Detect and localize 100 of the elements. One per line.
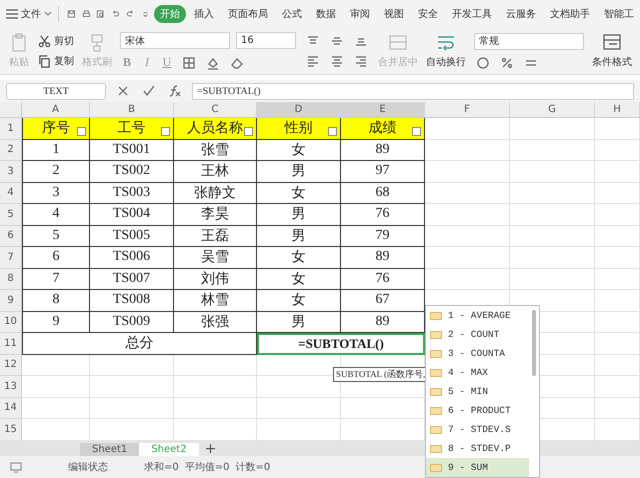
empty-cell[interactable] <box>425 268 510 290</box>
empty-cell[interactable] <box>595 376 640 398</box>
empty-cell[interactable] <box>174 376 257 398</box>
empty-cell[interactable] <box>425 226 510 247</box>
copy-button[interactable]: 复制 <box>38 54 74 68</box>
empty-cell[interactable] <box>174 354 257 376</box>
sheet-tab[interactable]: Sheet1 <box>80 443 140 456</box>
menu-tab[interactable]: 插入 <box>188 5 220 23</box>
empty-cell[interactable] <box>90 376 174 398</box>
empty-cell[interactable] <box>595 118 640 140</box>
menu-tab[interactable]: 视图 <box>378 5 410 23</box>
add-sheet-button[interactable]: + <box>198 442 222 456</box>
filter-button[interactable] <box>77 126 86 136</box>
empty-cell[interactable] <box>425 161 510 182</box>
column-header[interactable]: H <box>595 102 640 118</box>
empty-cell[interactable] <box>595 333 640 354</box>
empty-cell[interactable] <box>595 398 640 419</box>
empty-cell[interactable] <box>510 182 595 204</box>
row-header[interactable]: 4 <box>0 182 22 204</box>
row-header[interactable]: 7 <box>0 247 22 268</box>
empty-cell[interactable] <box>595 354 640 376</box>
filter-button[interactable] <box>161 126 170 136</box>
empty-cell[interactable] <box>510 161 595 182</box>
border-icon[interactable] <box>182 56 196 70</box>
number-format-select[interactable]: 常规 <box>474 32 584 50</box>
menu-tab[interactable]: 云服务 <box>500 5 542 23</box>
row-header[interactable]: 12 <box>0 354 22 376</box>
column-header[interactable]: E <box>341 102 425 118</box>
conditional-format-button[interactable]: 条件格式 <box>592 33 632 69</box>
menu-tab[interactable]: 开发工具 <box>446 5 498 23</box>
empty-cell[interactable] <box>90 398 174 419</box>
empty-cell[interactable] <box>510 118 595 140</box>
row-header[interactable]: 14 <box>0 398 22 419</box>
menu-tab[interactable]: 数据 <box>310 5 342 23</box>
autocomplete-item[interactable]: 2 - COUNT <box>426 325 529 344</box>
formula-input[interactable]: =SUBTOTAL() <box>192 82 634 100</box>
empty-cell[interactable] <box>425 247 510 268</box>
empty-cell[interactable] <box>595 290 640 312</box>
empty-cell[interactable] <box>595 182 640 204</box>
empty-cell[interactable] <box>595 268 640 290</box>
row-header[interactable]: 15 <box>0 419 22 440</box>
empty-cell[interactable] <box>595 312 640 333</box>
empty-cell[interactable] <box>510 226 595 247</box>
align-left-icon[interactable] <box>306 54 320 68</box>
scrollbar-thumb[interactable] <box>532 310 536 376</box>
empty-cell[interactable] <box>595 226 640 247</box>
filter-button[interactable] <box>244 126 253 136</box>
empty-cell[interactable] <box>510 247 595 268</box>
column-header[interactable]: G <box>510 102 595 118</box>
row-header[interactable]: 2 <box>0 140 22 161</box>
empty-cell[interactable] <box>90 354 174 376</box>
select-all-corner[interactable] <box>0 102 22 118</box>
empty-cell[interactable] <box>510 204 595 226</box>
row-header[interactable]: 11 <box>0 333 22 354</box>
menu-tab[interactable]: 智能工 <box>598 5 640 23</box>
autocomplete-item[interactable]: 3 - COUNTA <box>426 344 529 363</box>
menu-tab[interactable]: 文档助手 <box>544 5 596 23</box>
row-header[interactable]: 6 <box>0 226 22 247</box>
column-header[interactable]: D <box>257 102 341 118</box>
menu-tab[interactable]: 公式 <box>276 5 308 23</box>
row-header[interactable]: 5 <box>0 204 22 226</box>
column-header[interactable]: C <box>174 102 257 118</box>
column-header[interactable]: F <box>425 102 510 118</box>
empty-cell[interactable] <box>425 204 510 226</box>
column-header[interactable]: A <box>22 102 90 118</box>
row-header[interactable]: 8 <box>0 268 22 290</box>
font-size-select[interactable]: 16 <box>236 32 296 49</box>
percent-icon[interactable] <box>500 56 514 70</box>
name-box[interactable]: TEXT <box>6 82 106 100</box>
menu-tab[interactable]: 页面布局 <box>222 5 274 23</box>
wrap-text-button[interactable]: 自动换行 <box>426 33 466 69</box>
filter-button[interactable] <box>328 126 337 136</box>
empty-cell[interactable] <box>257 398 341 419</box>
empty-cell[interactable] <box>510 268 595 290</box>
empty-cell[interactable] <box>595 247 640 268</box>
autocomplete-item[interactable]: 8 - STDEV.P <box>426 439 529 458</box>
fill-color-icon[interactable] <box>206 56 220 70</box>
formula-cell[interactable]: =SUBTOTAL() <box>257 333 425 354</box>
menu-tab[interactable]: 安全 <box>412 5 444 23</box>
autocomplete-item[interactable]: 4 - MAX <box>426 363 529 382</box>
autocomplete-item[interactable]: 6 - PRODUCT <box>426 401 529 420</box>
row-header[interactable]: 13 <box>0 376 22 398</box>
row-header[interactable]: 3 <box>0 161 22 182</box>
empty-cell[interactable] <box>595 204 640 226</box>
column-header[interactable]: B <box>90 102 174 118</box>
row-header[interactable]: 9 <box>0 290 22 312</box>
row-header[interactable]: 10 <box>0 312 22 333</box>
filter-button[interactable] <box>412 126 421 136</box>
cancel-icon[interactable] <box>116 84 130 98</box>
empty-cell[interactable] <box>425 140 510 161</box>
autocomplete-item[interactable]: 1 - AVERAGE <box>426 306 529 325</box>
file-menu[interactable]: 文件 <box>6 7 52 21</box>
empty-cell[interactable] <box>595 140 640 161</box>
align-right-icon[interactable] <box>354 54 368 68</box>
cut-button[interactable]: 剪切 <box>38 34 74 48</box>
empty-cell[interactable] <box>510 140 595 161</box>
font-select[interactable]: 宋体 <box>120 32 230 49</box>
empty-cell[interactable] <box>595 161 640 182</box>
confirm-icon[interactable] <box>142 84 156 98</box>
row-header[interactable]: 1 <box>0 118 22 140</box>
